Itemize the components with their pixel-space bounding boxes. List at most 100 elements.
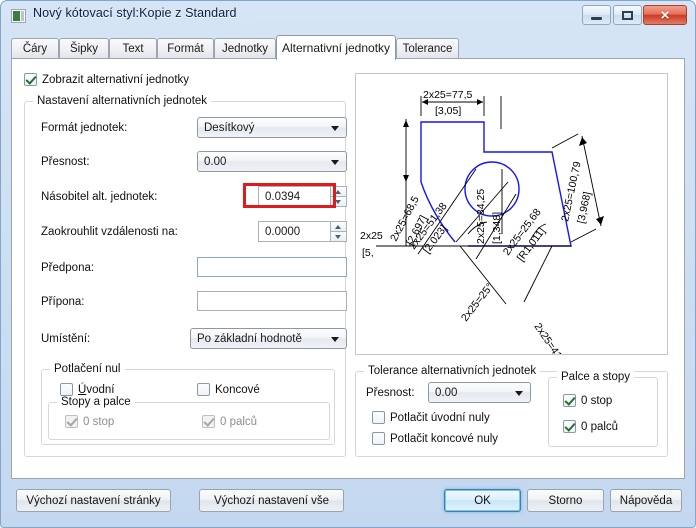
checkbox-label: 0 palců <box>581 420 619 433</box>
checkbox-zobrazit-alternativni-jednotky[interactable]: Zobrazit alternativní jednotky <box>24 73 189 86</box>
checkmark-icon <box>24 73 37 86</box>
tab-page-alternativni-jednotky: Zobrazit alternativní jednotky Nastavení… <box>11 58 685 479</box>
tab-tolerance[interactable]: Tolerance <box>396 38 459 59</box>
checkbox-potlacit-uvodni-nuly[interactable]: Potlačit úvodní nuly <box>372 411 490 424</box>
spinner-nasobitel-alt-jednotek[interactable]: 0.0394 <box>258 186 347 207</box>
close-icon: × <box>660 6 670 24</box>
group-legend: Tolerance alternativních jednotek <box>364 365 541 377</box>
combo-value: Desítkový <box>204 121 255 134</box>
spinner-down-button[interactable] <box>330 197 347 207</box>
label-umisteni: Umístění: <box>41 333 91 345</box>
dim-1-alternate: [3,05] <box>435 105 461 117</box>
checkbox-label: Potlačit koncové nuly <box>390 432 499 445</box>
group-legend: Stopy a palce <box>57 396 135 408</box>
button-vychozi-nastaveni-vse[interactable]: Výchozí nastavení vše <box>199 489 344 512</box>
label-nasobitel-alt-jednotek: Násobitel alt. jednotek: <box>41 191 158 203</box>
button-vychozi-nastaveni-stranky[interactable]: Výchozí nastavení stránky <box>16 489 171 512</box>
button-storno[interactable]: Storno <box>527 489 604 512</box>
checkbox-label: 0 stop <box>581 394 613 407</box>
checkbox-icon <box>372 411 385 424</box>
dimension-style-preview: 2x25=77,5 [3,05] 2x25 [5, 2x25=68,5 [2,6… <box>355 73 668 355</box>
spinner-zaokrouhlit-vzdalenosti[interactable]: 0.0000 <box>258 221 347 242</box>
dim-2-primary: 2x25 <box>360 230 383 242</box>
preview-drawing: 2x25=77,5 [3,05] 2x25 [5, 2x25=68,5 [2,6… <box>360 89 604 354</box>
checkbox-icon <box>372 432 385 445</box>
group-potlaceni-nul: Potlačení nul ÚÚvodnívodní Koncové Stopy… <box>41 363 335 445</box>
dialog-window: Nový kótovací styl:Kopie z Standard × Čá… <box>0 0 696 528</box>
restore-icon <box>614 6 641 24</box>
dim-8-primary: 2x25=25° <box>459 281 496 324</box>
label-presnost: Přesnost: <box>41 156 90 168</box>
window-title: Nový kótovací styl:Kopie z Standard <box>33 6 237 20</box>
checkbox-tolerance-0-palcu[interactable]: 0 palců <box>563 420 618 433</box>
dimension-text: 2x25=77,5 [3,05] 2x25 [5, 2x25=68,5 [2,6… <box>360 89 594 354</box>
button-ok[interactable]: OK <box>444 489 521 512</box>
tab-format[interactable]: Formát <box>157 38 214 59</box>
label-format-jednotek: Formát jednotek: <box>41 122 128 134</box>
combo-tolerance-presnost[interactable]: 0.00 <box>428 382 531 403</box>
triangle-up-icon <box>335 224 341 229</box>
checkbox-label: ÚÚvodnívodní <box>78 383 115 396</box>
triangle-down-icon <box>335 234 341 239</box>
chevron-down-icon <box>331 126 339 131</box>
tab-alternativni-jednotky[interactable]: Alternativní jednotky <box>276 35 396 60</box>
checkbox-icon <box>60 383 73 396</box>
tab-text[interactable]: Text <box>109 38 157 59</box>
dim-1-primary: 2x25=77,5 <box>423 89 472 101</box>
tab-jednotky[interactable]: Jednotky <box>214 38 276 59</box>
combo-umisteni[interactable]: Po základní hodnotě <box>190 328 347 349</box>
button-napoveda[interactable]: Nápověda <box>610 489 682 512</box>
group-legend: Palce a stopy <box>557 371 635 383</box>
close-button[interactable]: × <box>643 5 687 25</box>
group-legend: Nastavení alternativních jednotek <box>33 95 212 107</box>
dim-5-alternate: [1,348] <box>491 212 503 244</box>
checkbox-label: Zobrazit alternativní jednotky <box>42 73 190 86</box>
chevron-down-icon <box>331 160 339 165</box>
spinner-up-button[interactable] <box>330 221 347 232</box>
group-tolerance-alternativnich-jednotek: Tolerance alternativních jednotek Přesno… <box>355 365 668 457</box>
checkbox-potlacit-koncove-nuly[interactable]: Potlačit koncové nuly <box>372 432 498 445</box>
checkbox-koncove[interactable]: Koncové <box>197 383 260 396</box>
checkbox-0-stop: 0 stop <box>65 415 114 428</box>
checkbox-tolerance-0-stop[interactable]: 0 stop <box>563 394 612 407</box>
spinner-buttons <box>330 221 347 242</box>
title-bar: Nový kótovací styl:Kopie z Standard × <box>1 1 695 31</box>
input-predpona[interactable] <box>197 257 347 277</box>
triangle-down-icon <box>335 199 341 204</box>
tab-sipky[interactable]: Šipky <box>59 38 109 59</box>
tab-strip: Čáry Šipky Text Formát Jednotky Alternat… <box>11 35 685 60</box>
tab-cary[interactable]: Čáry <box>11 38 59 59</box>
spinner-up-button[interactable] <box>330 186 347 197</box>
triangle-up-icon <box>335 189 341 194</box>
combo-value: 0.00 <box>435 386 458 399</box>
spinner-value[interactable]: 0.0000 <box>258 221 330 242</box>
checkbox-uvodni[interactable]: ÚÚvodnívodní <box>60 383 114 396</box>
group-stopy-a-palce: Stopy a palce 0 stop 0 palců <box>48 396 330 440</box>
minimize-button[interactable] <box>582 5 611 25</box>
maximize-restore-button[interactable] <box>613 5 642 25</box>
checkbox-0-palcu: 0 palců <box>202 415 257 428</box>
checkbox-label: Koncové <box>215 383 260 396</box>
combo-presnost[interactable]: 0.00 <box>197 151 347 172</box>
checkmark-icon <box>65 415 78 428</box>
app-window-icon <box>11 9 26 23</box>
checkbox-icon <box>197 383 210 396</box>
label-tolerance-presnost: Přesnost: <box>366 387 415 399</box>
checkbox-label: 0 palců <box>220 415 258 428</box>
dim-2-alternate: [5, <box>362 247 374 259</box>
spinner-down-button[interactable] <box>330 232 347 242</box>
group-legend: Potlačení nul <box>50 363 125 375</box>
dim-7-alternate: [3,968] <box>575 191 593 225</box>
checkmark-icon <box>202 415 215 428</box>
dim-9-primary: 2x25=41° <box>532 321 567 354</box>
checkbox-label: Potlačit úvodní nuly <box>390 411 490 424</box>
input-pripona[interactable] <box>197 291 347 311</box>
checkbox-label: 0 stop <box>83 415 115 428</box>
spinner-buttons <box>330 186 347 207</box>
combo-format-jednotek[interactable]: Desítkový <box>197 117 347 138</box>
label-pripona: Přípona: <box>41 296 85 308</box>
spinner-value[interactable]: 0.0394 <box>258 186 330 207</box>
chevron-down-icon <box>331 337 339 342</box>
dim-5-primary: 2x25=34,25 <box>475 189 487 244</box>
group-palce-a-stopy: Palce a stopy 0 stop 0 palců <box>548 371 658 447</box>
